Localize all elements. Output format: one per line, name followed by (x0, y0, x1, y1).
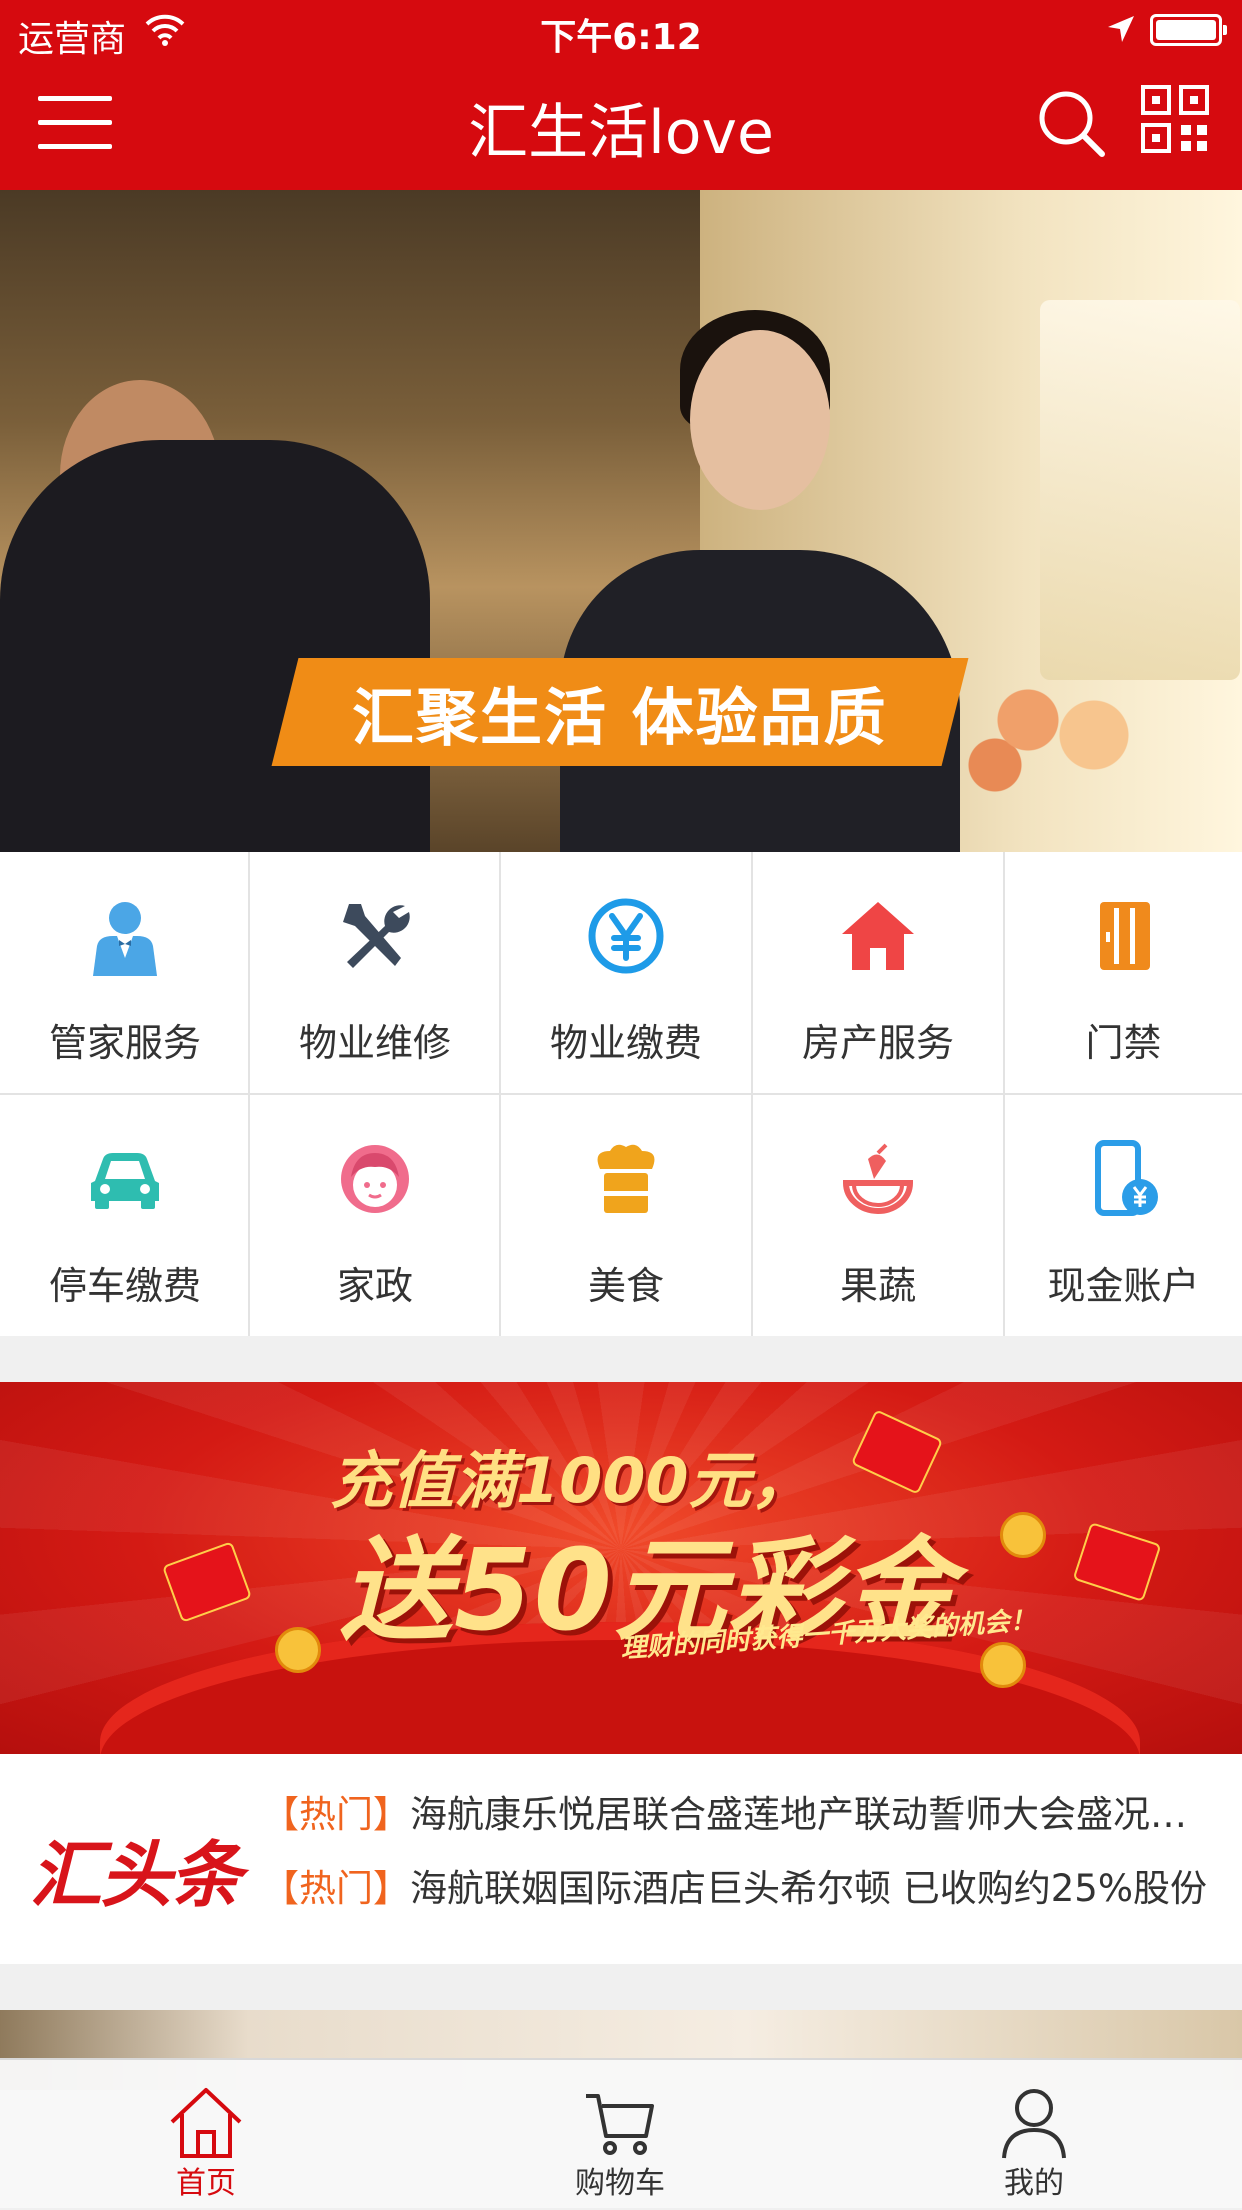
service-label: 房产服务 (801, 1021, 954, 1065)
tab-bar: 首页 购物车 我的 (0, 2058, 1242, 2208)
news-headlines: 汇头条 【热门】海航康乐悦居联合盛莲地产联动誓师大会盛况空前 【热门】海航联姻国… (0, 1754, 1242, 1964)
door-access-icon (1099, 902, 1150, 970)
hot-tag: 【热门】 (262, 1793, 410, 1836)
lamp-image (1040, 300, 1240, 680)
service-label: 物业缴费 (549, 1021, 702, 1065)
service-housekeeping[interactable]: 家政 (250, 1095, 500, 1335)
service-label: 果蔬 (839, 1264, 916, 1308)
promo-banner[interactable]: 充值满1000元， 送50元彩金 理财的同时获得一千万大奖的机会！ (0, 1382, 1242, 1754)
service-grid: 管家服务 物业维修 物业缴费 房产服务 门禁 停车缴费 家政 美食 果蔬 现金账… (0, 852, 1242, 1336)
service-label: 物业维修 (298, 1021, 451, 1065)
housekeeper-icon (341, 1145, 409, 1213)
service-fruit-veg[interactable]: 果蔬 (753, 1095, 1003, 1335)
news-text: 海航联姻国际酒店巨头希尔顿 已收购约25%股份 (410, 1867, 1207, 1910)
tab-profile[interactable]: 我的 (934, 2060, 1134, 2210)
news-text: 海航康乐悦居联合盛莲地产联动誓师大会盛况空前 (410, 1793, 1222, 1836)
clock: 下午6:12 (540, 17, 702, 58)
tab-label: 购物车 (575, 2166, 665, 2201)
yuan-coin-icon (588, 898, 664, 974)
phone-wallet-icon (1094, 1140, 1158, 1216)
user-icon (1002, 2089, 1066, 2159)
car-icon (91, 1153, 159, 1209)
service-label: 家政 (336, 1264, 413, 1308)
service-butler[interactable]: 管家服务 (0, 852, 250, 1092)
hero-banner[interactable]: 汇聚生活 体验品质 (0, 190, 1242, 852)
location-arrow-icon (1108, 16, 1134, 42)
news-item[interactable]: 【热门】海航康乐悦居联合盛莲地产联动誓师大会盛况空前 (262, 1784, 1222, 1844)
hot-tag: 【热门】 (262, 1867, 410, 1910)
coin-icon (275, 1627, 321, 1673)
search-icon[interactable] (1036, 88, 1106, 158)
service-cash-account[interactable]: 现金账户 (1005, 1095, 1242, 1335)
repair-tools-icon (343, 904, 410, 968)
butler-icon (93, 902, 157, 976)
top-bar: 运营商 下午6:12 汇生活love (0, 0, 1242, 190)
navigation-bar: 汇生活love (0, 62, 1242, 190)
house-icon (842, 902, 914, 970)
service-food[interactable]: 美食 (501, 1095, 751, 1335)
tab-label: 我的 (1004, 2166, 1064, 2201)
coin-icon (980, 1642, 1026, 1688)
flowers-image (940, 660, 1160, 810)
tab-label: 首页 (176, 2166, 236, 2201)
service-parking-fee[interactable]: 停车缴费 (0, 1095, 250, 1335)
service-property-fee[interactable]: 物业缴费 (501, 852, 751, 1092)
tab-cart[interactable]: 购物车 (520, 2060, 720, 2210)
qr-code-icon[interactable] (1140, 84, 1210, 154)
cart-icon (586, 2094, 654, 2155)
fruit-icon (842, 1143, 914, 1214)
service-real-estate[interactable]: 房产服务 (753, 852, 1003, 1092)
news-item[interactable]: 【热门】海航联姻国际酒店巨头希尔顿 已收购约25%股份 (262, 1858, 1222, 1918)
news-logo: 汇头条 (30, 1833, 242, 1917)
battery-icon (1150, 14, 1227, 46)
home-icon (170, 2088, 242, 2158)
status-bar: 运营商 下午6:12 (0, 0, 1242, 62)
service-label: 管家服务 (48, 1021, 201, 1065)
receptionist-image (690, 330, 830, 510)
service-label: 美食 (587, 1264, 664, 1308)
service-repair[interactable]: 物业维修 (250, 852, 500, 1092)
tab-home[interactable]: 首页 (106, 2060, 306, 2210)
service-label: 停车缴费 (48, 1264, 201, 1308)
service-label: 门禁 (1085, 1021, 1162, 1065)
chef-hat-icon (597, 1144, 655, 1213)
coin-icon (1000, 1512, 1046, 1558)
service-door-access[interactable]: 门禁 (1005, 852, 1242, 1092)
banner-slogan: 汇聚生活 体验品质 (271, 658, 969, 766)
service-label: 现金账户 (1047, 1264, 1200, 1308)
